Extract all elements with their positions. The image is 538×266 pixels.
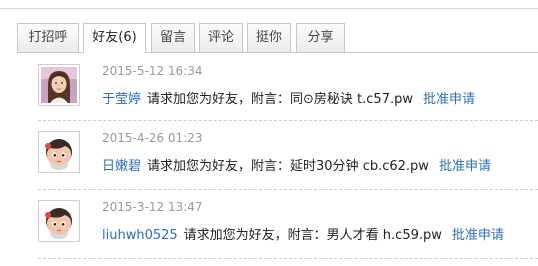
cartoon-boy-avatar[interactable]: [38, 131, 80, 173]
request-message-line: 日嫩碧 请求加您为好友，附言：延时30分钟 cb.c62.pw 批准申请: [102, 155, 491, 174]
row-divider: [38, 258, 538, 259]
requester-name-link[interactable]: 日嫩碧: [102, 159, 141, 174]
request-time: 2015-5-12 16:34: [102, 64, 203, 78]
request-message-text: 请求加您为好友，附言：延时30分钟 cb.c62.pw: [147, 159, 429, 174]
tab-bar: 打招呼 好友(6) 留言 评论 挺你 分享: [17, 23, 538, 53]
friend-request-item: 2015-5-12 16:34 于莹婷 请求加您为好友，附言：同⊙房秘诀 t.c5…: [38, 61, 538, 127]
request-time: 2015-4-26 01:23: [102, 131, 203, 145]
cartoon-boy-avatar[interactable]: [38, 200, 80, 242]
requester-name-link[interactable]: 于莹婷: [102, 92, 141, 107]
row-divider: [38, 120, 538, 121]
top-divider: [0, 8, 538, 9]
request-message-line: liuhwh0525 请求加您为好友，附言：男人才看 h.c59.pw 批准申请: [102, 224, 504, 243]
tab-comments[interactable]: 评论: [199, 23, 243, 52]
request-time: 2015-3-12 13:47: [102, 200, 203, 214]
row-divider: [38, 189, 538, 190]
request-message-text: 请求加您为好友，附言：同⊙房秘诀 t.c57.pw: [147, 92, 413, 107]
tab-messages[interactable]: 留言: [151, 23, 195, 52]
girl-photo-avatar[interactable]: [38, 64, 80, 106]
approve-request-link[interactable]: 批准申请: [423, 92, 475, 107]
approve-request-link[interactable]: 批准申请: [452, 228, 504, 243]
request-message-text: 请求加您为好友，附言：男人才看 h.c59.pw: [183, 228, 442, 243]
tab-support[interactable]: 挺你: [247, 23, 291, 52]
request-message-line: 于莹婷 请求加您为好友，附言：同⊙房秘诀 t.c57.pw 批准申请: [102, 88, 475, 107]
tab-greet[interactable]: 打招呼: [17, 23, 79, 52]
friend-request-item: 2015-3-12 13:47 liuhwh0525 请求加您为好友，附言：男人才…: [38, 197, 538, 263]
tab-share[interactable]: 分享: [296, 23, 345, 52]
friend-request-item: 2015-4-26 01:23 日嫩碧 请求加您为好友，附言：延时30分钟 cb.…: [38, 128, 538, 194]
requester-name-link[interactable]: liuhwh0525: [102, 228, 178, 243]
tab-friends[interactable]: 好友(6): [83, 23, 146, 53]
approve-request-link[interactable]: 批准申请: [439, 159, 491, 174]
